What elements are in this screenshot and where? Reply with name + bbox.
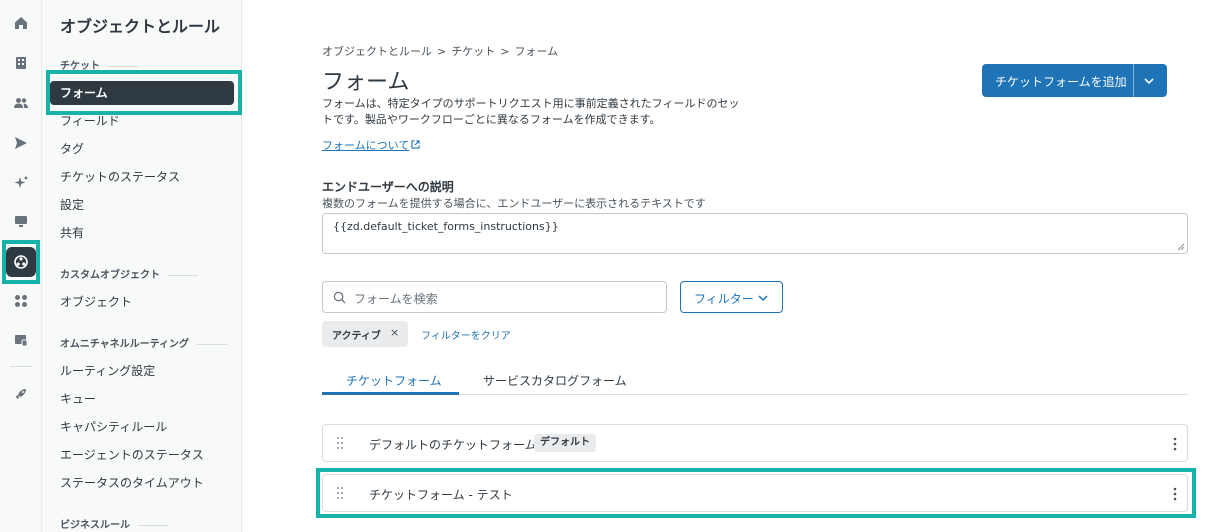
workspace-icon[interactable] <box>6 325 36 355</box>
active-filter-label: アクティブ <box>332 331 381 342</box>
default-badge: デフォルト <box>534 434 596 452</box>
about-forms-link[interactable]: フォームについて <box>322 137 420 153</box>
nav-item-tags[interactable]: タグ <box>50 137 234 161</box>
filter-button[interactable]: フィルター <box>680 281 783 313</box>
end-user-instructions-hint: 複数のフォームを提供する場合に、エンドユーザーに表示されるテキストです <box>322 197 706 210</box>
home-icon[interactable] <box>6 8 36 38</box>
tab-ticket-forms[interactable]: チケットフォーム <box>346 372 442 389</box>
page-description: フォームは、特定タイプのサポートリクエスト用に事前定義されたフィールドのセットで… <box>322 97 740 126</box>
nav-item-settings[interactable]: 設定 <box>50 193 234 217</box>
more-vertical-icon[interactable] <box>1173 436 1177 452</box>
breadcrumb-objects-rules[interactable]: オブジェクトとルール <box>322 45 432 58</box>
external-link-icon <box>411 140 420 149</box>
tab-active-indicator <box>322 392 459 395</box>
monitor-icon[interactable] <box>6 206 36 236</box>
nav-item-agent-status[interactable]: エージェントのステータス <box>50 443 234 467</box>
nav-section-omnichannel: オムニチャネルルーティング <box>60 335 227 350</box>
active-filter-chip: アクティブ × <box>322 321 408 347</box>
nav-item-objects[interactable]: オブジェクト <box>50 290 234 314</box>
rocket-icon[interactable] <box>6 379 36 409</box>
nav-item-routing-settings[interactable]: ルーティング設定 <box>50 359 234 383</box>
nav-item-sharing[interactable]: 共有 <box>50 221 234 245</box>
breadcrumb-separator: > <box>500 45 510 58</box>
rail-divider <box>10 366 32 367</box>
users-icon[interactable] <box>6 88 36 118</box>
nav-item-status-timeout[interactable]: ステータスのタイムアウト <box>50 471 234 495</box>
form-name: デフォルトのチケットフォーム <box>369 438 537 452</box>
end-user-instructions-label: エンドユーザーへの説明 <box>322 180 454 194</box>
add-ticket-form-button[interactable]: チケットフォームを追加 <box>982 64 1167 97</box>
send-icon[interactable] <box>6 128 36 158</box>
highlight-test-form-row <box>316 468 1196 518</box>
end-user-instructions-value: {{zd.default_ticket_forms_instructions}} <box>333 220 559 233</box>
breadcrumb-forms: フォーム <box>514 45 559 58</box>
sparkle-icon[interactable] <box>6 168 36 198</box>
breadcrumb-separator: > <box>437 45 447 58</box>
nav-item-queues[interactable]: キュー <box>50 387 234 411</box>
nav-item-capacity-rules[interactable]: キャパシティルール <box>50 415 234 439</box>
highlight-rail-objects <box>2 240 40 284</box>
tab-service-catalog-forms[interactable]: サービスカタログフォーム <box>483 372 627 389</box>
breadcrumb-tickets[interactable]: チケット <box>451 45 495 58</box>
drag-handle-icon[interactable] <box>336 436 344 450</box>
clear-filters-link[interactable]: フィルターをクリア <box>421 327 511 342</box>
highlight-nav-forms <box>46 70 242 115</box>
page-title: フォーム <box>322 70 410 95</box>
search-icon <box>333 291 346 304</box>
nav-item-ticket-status[interactable]: チケットのステータス <box>50 165 234 189</box>
add-ticket-form-label: チケットフォームを追加 <box>995 75 1127 89</box>
end-user-instructions-textarea[interactable]: {{zd.default_ticket_forms_instructions}} <box>322 213 1188 254</box>
chevron-down-icon <box>758 295 768 302</box>
filter-button-label: フィルター <box>694 292 754 306</box>
building-icon[interactable] <box>6 48 36 78</box>
nav-title: オブジェクトとルール <box>60 17 221 36</box>
nav-section-custom-objects: カスタムオブジェクト <box>60 266 198 281</box>
search-placeholder: フォームを検索 <box>354 292 438 306</box>
about-forms-link-label: フォームについて <box>322 139 410 152</box>
close-icon[interactable]: × <box>390 326 399 339</box>
resize-grip-icon[interactable] <box>1177 243 1185 251</box>
chevron-down-icon[interactable] <box>1142 74 1156 88</box>
breadcrumb: オブジェクトとルール > チケット > フォーム <box>322 43 558 59</box>
search-input[interactable]: フォームを検索 <box>322 281 667 313</box>
apps-icon[interactable] <box>6 286 36 316</box>
split-button-divider <box>1133 64 1134 97</box>
nav-section-business-rules: ビジネスルール <box>60 516 168 531</box>
table-row[interactable]: デフォルトのチケットフォーム デフォルト <box>322 424 1188 462</box>
